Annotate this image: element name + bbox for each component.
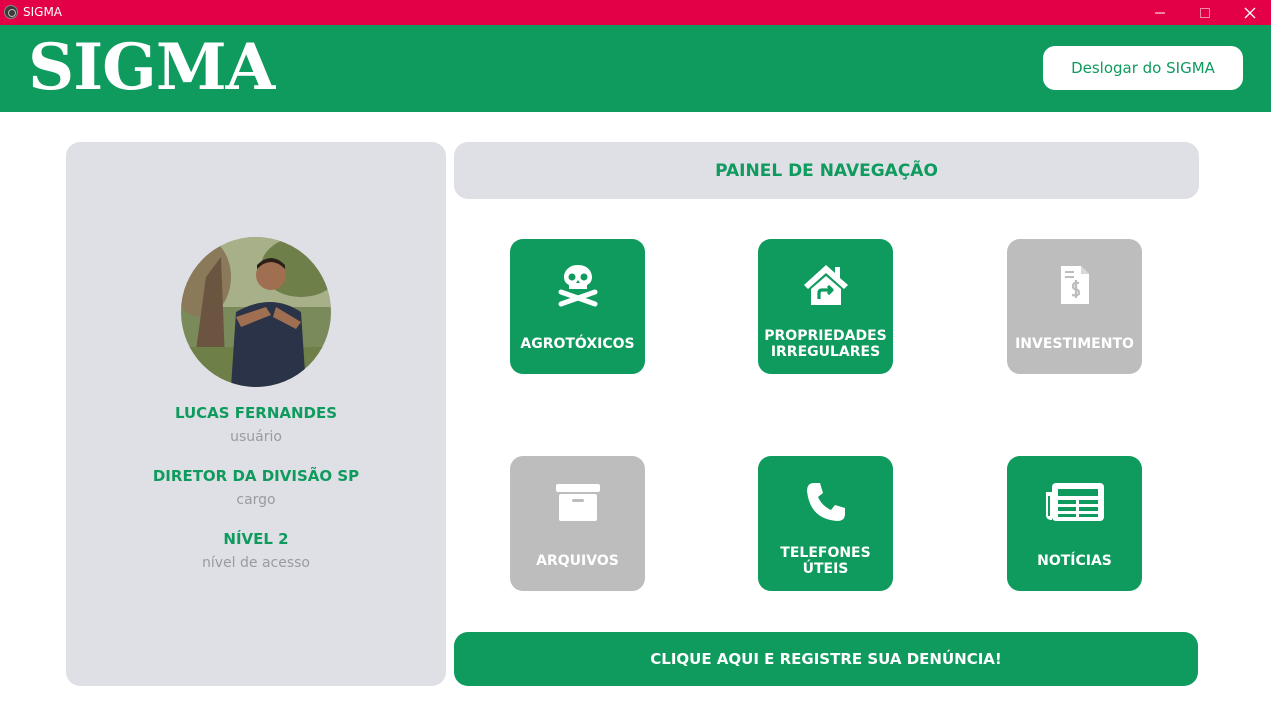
newspaper-icon: [1045, 483, 1104, 521]
user-role-caption: cargo: [236, 492, 276, 508]
tile-propriedades-irregulares[interactable]: PROPRIEDADES IRREGULARES: [758, 239, 893, 374]
minimize-button[interactable]: [1137, 0, 1182, 25]
report-complaint-button[interactable]: CLIQUE AQUI E REGISTRE SUA DENÚNCIA!: [454, 632, 1198, 686]
app-logo: SIGMA: [28, 30, 275, 105]
profile-card: LUCAS FERNANDES usuário DIRETOR DA DIVIS…: [66, 142, 446, 686]
nav-panel-title: PAINEL DE NAVEGAÇÃO: [454, 142, 1199, 199]
maximize-icon: [1199, 7, 1210, 18]
user-name: LUCAS FERNANDES: [174, 404, 338, 422]
skull-crossbones-icon: [558, 265, 597, 307]
avatar: [181, 237, 331, 387]
tile-telefones-label: TELEFONES ÚTEIS: [758, 545, 893, 577]
tile-noticias[interactable]: NOTÍCIAS: [1007, 456, 1142, 591]
tile-arquivos[interactable]: ARQUIVOS: [510, 456, 645, 591]
tile-propriedades-label-line2: IRREGULARES: [770, 344, 881, 360]
tile-propriedades-label-line1: PROPRIEDADES: [764, 328, 887, 344]
app-icon: [4, 5, 18, 19]
user-name-caption: usuário: [230, 429, 282, 445]
tile-propriedades-label: PROPRIEDADES IRREGULARES: [758, 328, 893, 360]
access-level: NÍVEL 2: [223, 530, 289, 548]
tile-agrotoxicos[interactable]: AGROTÓXICOS: [510, 239, 645, 374]
close-button[interactable]: [1227, 0, 1271, 25]
access-level-caption: nível de acesso: [202, 555, 310, 571]
archive-box-icon: [555, 484, 600, 521]
logout-button[interactable]: Deslogar do SIGMA: [1043, 46, 1243, 90]
tile-noticias-label: NOTÍCIAS: [1037, 553, 1112, 569]
tile-telefones-uteis[interactable]: TELEFONES ÚTEIS: [758, 456, 893, 591]
house-return-icon: [803, 265, 848, 305]
invoice-dollar-icon: [1060, 266, 1089, 304]
window-title: SIGMA: [23, 5, 63, 19]
tile-arquivos-label: ARQUIVOS: [536, 553, 619, 569]
tile-agrotoxicos-label: AGROTÓXICOS: [520, 336, 635, 352]
close-icon: [1244, 7, 1255, 18]
phone-icon: [806, 483, 845, 521]
maximize-button[interactable]: [1182, 0, 1227, 25]
tile-investimento-label: INVESTIMENTO: [1015, 336, 1134, 352]
window-titlebar: SIGMA: [0, 0, 1271, 25]
tile-telefones-label-line1: TELEFONES: [780, 545, 871, 561]
tile-investimento[interactable]: INVESTIMENTO: [1007, 239, 1142, 374]
user-role: DIRETOR DA DIVISÃO SP: [152, 467, 360, 485]
app-header: SIGMA Deslogar do SIGMA: [0, 25, 1271, 112]
tile-telefones-label-line2: ÚTEIS: [802, 561, 849, 577]
minimize-icon: [1154, 12, 1165, 13]
